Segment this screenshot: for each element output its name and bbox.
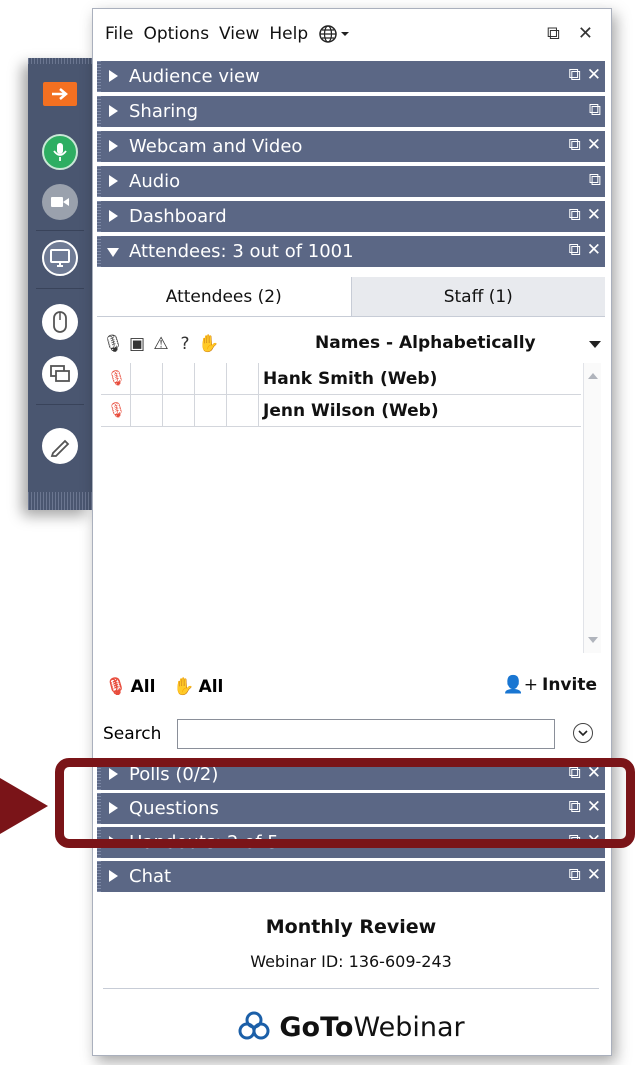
expand-arrow-icon (109, 210, 118, 222)
collapse-arrow-button[interactable] (43, 82, 77, 106)
panel-title: Webcam and Video (129, 136, 303, 157)
expand-arrow-icon (109, 870, 118, 882)
expand-arrow-icon (109, 105, 118, 117)
menu-bar: File Options View Help ⧉ ✕ (93, 9, 611, 59)
webinar-footer: Monthly Review Webinar ID: 136-609-243 G… (97, 906, 605, 1056)
gotowebinar-logo: GoToWebinar (97, 1010, 605, 1044)
search-label: Search (103, 724, 162, 744)
attendee-name: Hank Smith (Web) (263, 369, 438, 389)
muted-mic-icon: 🎙 (105, 677, 127, 697)
popout-icon[interactable]: ⧉ (569, 205, 581, 225)
panel-title: Audio (129, 171, 181, 192)
screen-share-button[interactable] (42, 240, 78, 276)
add-person-icon: 👤+ (502, 675, 538, 695)
webinar-title: Monthly Review (265, 916, 437, 938)
close-icon[interactable]: ✕ (587, 240, 601, 260)
close-icon[interactable]: ✕ (587, 865, 601, 885)
pencil-icon (50, 439, 70, 457)
popout-icon[interactable]: ⧉ (569, 135, 581, 155)
close-icon[interactable]: ✕ (578, 23, 593, 44)
table-row[interactable]: 🎙 Hank Smith (Web) (101, 363, 581, 395)
tab-staff[interactable]: Staff (1) (351, 277, 605, 316)
expand-arrow-icon (109, 70, 118, 82)
microphone-button[interactable] (42, 134, 78, 170)
close-icon[interactable]: ✕ (587, 65, 601, 85)
collapse-arrow-icon (107, 248, 119, 257)
webcam-button[interactable] (42, 184, 78, 220)
language-menu[interactable] (318, 24, 350, 44)
chevron-down-circle-icon[interactable] (573, 723, 593, 743)
strip-grip[interactable] (28, 58, 92, 64)
panel-title: Chat (129, 866, 172, 887)
mute-all-button[interactable]: 🎙 All (105, 677, 155, 697)
screen-icon[interactable]: ▣ (125, 334, 149, 354)
panel-header-audio[interactable]: Audio ⧉ (97, 166, 605, 197)
menu-options[interactable]: Options (143, 24, 209, 44)
attendee-name: Jenn Wilson (Web) (263, 401, 439, 421)
panel-title: Sharing (129, 101, 199, 122)
change-presenter-button[interactable] (42, 356, 78, 392)
panel-header-audience-view[interactable]: Audience view ⧉ ✕ (97, 61, 605, 92)
table-row[interactable]: 🎙 Jenn Wilson (Web) (101, 395, 581, 427)
scrollbar[interactable] (583, 363, 601, 653)
panel-title: Audience view (129, 66, 260, 87)
raised-hand-icon[interactable]: ✋ (197, 334, 221, 354)
tab-attendees[interactable]: Attendees (2) (97, 277, 352, 316)
panel-header-chat[interactable]: Chat ⧉ ✕ (97, 861, 605, 892)
webinar-id: Webinar ID: 136-609-243 (250, 952, 452, 971)
menu-file[interactable]: File (105, 24, 133, 44)
chevron-down-icon[interactable] (589, 341, 601, 348)
attendee-column-header: 🎙 ▣ ⚠ ? ✋ Names - Alphabetically (101, 327, 601, 361)
menu-help[interactable]: Help (269, 24, 308, 44)
flower-logo-icon (238, 1011, 270, 1040)
lower-all-hands-button[interactable]: ✋ All (173, 677, 223, 697)
microphone-icon[interactable]: 🎙 (101, 334, 125, 354)
monitor-icon (50, 249, 70, 267)
panel-header-attendees[interactable]: Attendees: 3 out of 1001 ⧉ ✕ (97, 236, 605, 267)
presenter-screens-icon (50, 365, 70, 382)
mouse-icon (53, 311, 67, 333)
panel-title: Dashboard (129, 206, 227, 227)
search-row: Search (101, 717, 601, 751)
lower-hand-icon: ✋ (173, 677, 195, 697)
attendee-actions: 🎙 All ✋ All 👤+ Invite (101, 671, 601, 703)
close-icon[interactable]: ✕ (587, 135, 601, 155)
globe-icon (319, 25, 337, 43)
expand-arrow-icon (109, 140, 118, 152)
expand-arrow-icon (109, 175, 118, 187)
drawing-tools-button[interactable] (42, 428, 78, 464)
camera-icon (51, 197, 69, 207)
search-input[interactable] (177, 719, 555, 749)
question-icon[interactable]: ? (173, 334, 197, 354)
popout-icon[interactable]: ⧉ (569, 65, 581, 85)
control-panel: File Options View Help ⧉ ✕ Audience view… (92, 8, 612, 1056)
chevron-down-icon (341, 32, 350, 36)
close-icon[interactable]: ✕ (587, 205, 601, 225)
attendee-tabs: Attendees (2) Staff (1) (97, 277, 605, 317)
attendee-list: 🎙 Hank Smith (Web) 🎙 Jenn Wilson (Web) (101, 363, 601, 653)
invite-button[interactable]: 👤+ Invite (503, 675, 597, 695)
popout-icon[interactable]: ⧉ (589, 170, 601, 190)
callout-highlight (55, 758, 635, 848)
panel-title: Attendees: 3 out of 1001 (129, 241, 354, 262)
microphone-icon (53, 143, 67, 161)
arrow-right-icon (52, 88, 68, 100)
callout-arrow (0, 778, 48, 834)
control-strip (28, 58, 92, 510)
popout-icon[interactable]: ⧉ (569, 865, 581, 885)
panel-header-sharing[interactable]: Sharing ⧉ (97, 96, 605, 127)
panel-header-webcam[interactable]: Webcam and Video ⧉ ✕ (97, 131, 605, 162)
popout-icon[interactable]: ⧉ (569, 240, 581, 260)
popout-icon[interactable]: ⧉ (589, 100, 601, 120)
menu-view[interactable]: View (219, 24, 259, 44)
panel-header-dashboard[interactable]: Dashboard ⧉ ✕ (97, 201, 605, 232)
keyboard-mouse-control-button[interactable] (42, 304, 78, 340)
popout-icon[interactable]: ⧉ (547, 23, 560, 44)
sort-dropdown[interactable]: Names - Alphabetically (315, 333, 536, 353)
warning-icon[interactable]: ⚠ (149, 334, 173, 354)
